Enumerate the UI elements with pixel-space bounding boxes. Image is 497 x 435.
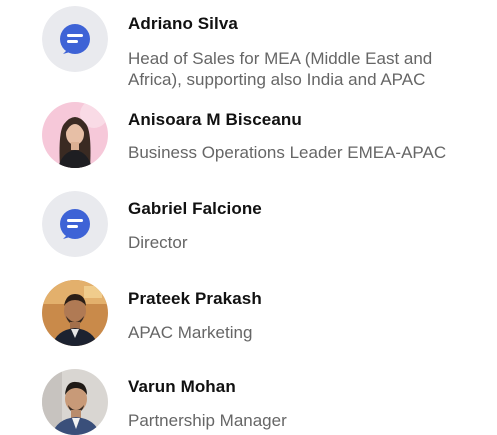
person-name[interactable]: Varun Mohan (128, 377, 236, 397)
list-item[interactable]: Varun Mohan Partnership Manager (0, 364, 497, 435)
company-logo-icon[interactable] (42, 191, 108, 257)
list-item[interactable]: Anisoara M Bisceanu Business Operations … (0, 96, 497, 184)
person-name[interactable]: Prateek Prakash (128, 289, 262, 309)
person-title: Director (128, 233, 188, 252)
people-list: Adriano Silva Head of Sales for MEA (Mid… (0, 0, 497, 435)
profile-photo[interactable] (42, 280, 108, 346)
person-title: Business Operations Leader EMEA-APAC (128, 143, 447, 162)
profile-photo[interactable] (42, 369, 108, 435)
company-logo-icon[interactable] (42, 6, 108, 72)
person-title: Head of Sales for MEA (Middle East and (128, 49, 433, 68)
person-name[interactable]: Adriano Silva (128, 14, 238, 34)
person-title: Partnership Manager (128, 411, 287, 430)
list-item[interactable]: Prateek Prakash APAC Marketing (0, 275, 497, 363)
person-title: Africa), supporting also India and APAC (128, 70, 426, 89)
person-title: APAC Marketing (128, 323, 253, 342)
list-item[interactable]: Adriano Silva Head of Sales for MEA (Mid… (0, 0, 497, 95)
person-name[interactable]: Gabriel Falcione (128, 199, 262, 219)
list-item[interactable]: Gabriel Falcione Director (0, 186, 497, 274)
profile-photo[interactable] (42, 102, 108, 168)
person-name[interactable]: Anisoara M Bisceanu (128, 110, 302, 130)
